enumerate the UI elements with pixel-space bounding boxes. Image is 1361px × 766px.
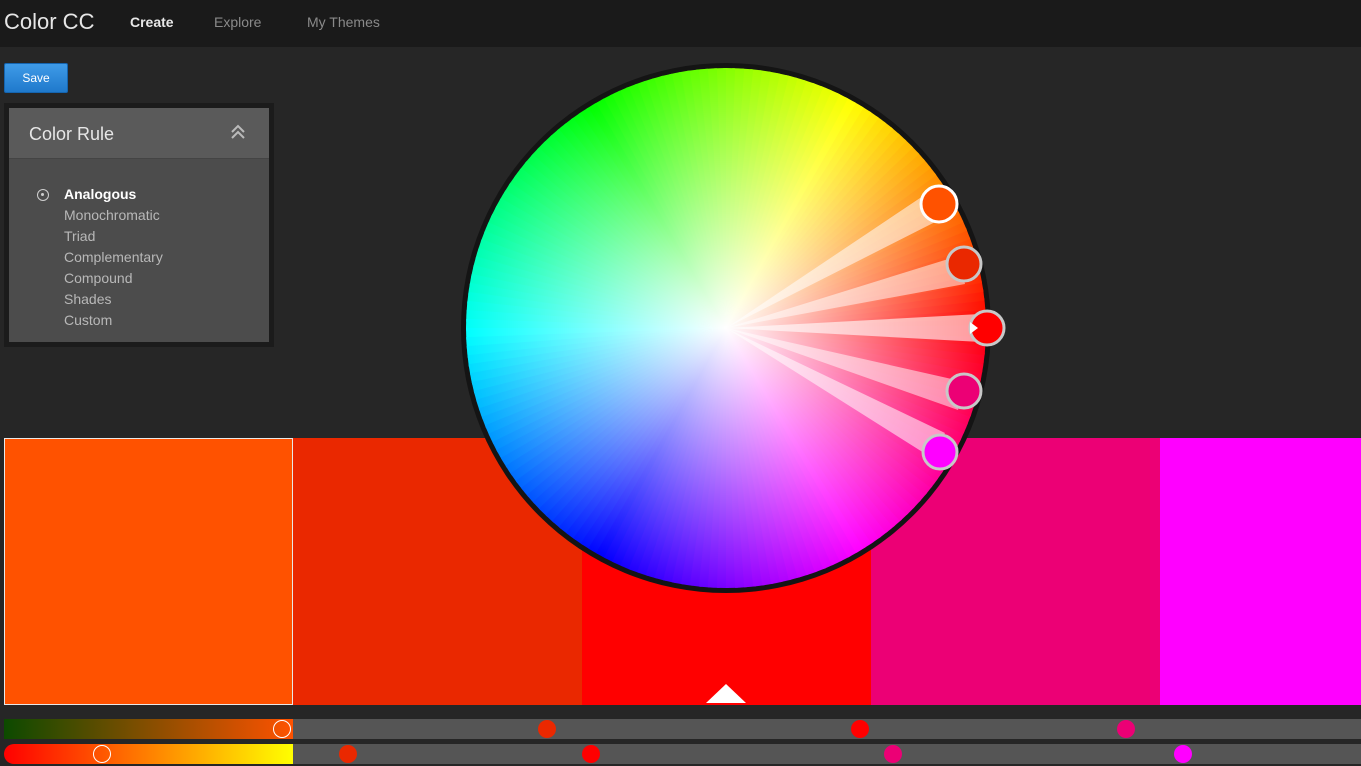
color-wheel[interactable] xyxy=(460,62,1010,602)
swatch-2-hue-handle[interactable] xyxy=(339,745,357,763)
rule-option-analogous[interactable]: Analogous xyxy=(9,186,269,204)
swatch-2-brightness-handle[interactable] xyxy=(538,720,556,738)
hue-slider-track[interactable] xyxy=(4,744,293,764)
tab-create[interactable]: Create xyxy=(130,14,174,30)
rule-option-triad[interactable]: Triad xyxy=(64,228,95,244)
rule-option-compound[interactable]: Compound xyxy=(64,270,133,286)
rule-option-complementary[interactable]: Complementary xyxy=(64,249,163,265)
swatch-3-hue-handle[interactable] xyxy=(582,745,600,763)
color-rule-header[interactable]: Color Rule xyxy=(9,108,269,159)
tab-my-themes[interactable]: My Themes xyxy=(307,14,380,30)
radio-selected-icon xyxy=(37,189,49,201)
color-rule-title: Color Rule xyxy=(29,124,115,144)
rule-option-monochromatic[interactable]: Monochromatic xyxy=(64,207,160,223)
swatch-3-brightness-handle[interactable] xyxy=(851,720,869,738)
color-handle-icon[interactable] xyxy=(945,372,983,410)
color-swatch-5[interactable] xyxy=(1160,438,1361,705)
color-handle-icon[interactable] xyxy=(921,433,959,471)
collapse-chevron-icon[interactable] xyxy=(229,123,247,141)
brightness-slider-track[interactable] xyxy=(4,719,293,739)
brightness-slider-handle[interactable] xyxy=(273,720,291,738)
base-color-marker-icon xyxy=(706,684,746,703)
other-hue-track[interactable] xyxy=(293,744,1361,764)
color-handle-icon[interactable] xyxy=(919,184,959,224)
color-rule-panel-body: Color Rule Analogous Monochromatic Triad… xyxy=(9,108,269,342)
color-rule-panel: Color Rule Analogous Monochromatic Triad… xyxy=(4,103,274,347)
slider-area xyxy=(0,705,1361,766)
hue-slider-handle[interactable] xyxy=(93,745,111,763)
save-button[interactable]: Save xyxy=(4,63,68,93)
tab-explore[interactable]: Explore xyxy=(214,14,261,30)
swatch-4-brightness-handle[interactable] xyxy=(1117,720,1135,738)
rule-option-label: Analogous xyxy=(64,186,137,202)
color-handle-icon[interactable] xyxy=(945,245,983,283)
rule-option-custom[interactable]: Custom xyxy=(64,312,112,328)
top-nav-bar: Color CC Create Explore My Themes xyxy=(0,0,1361,47)
app-title: Color CC xyxy=(4,9,95,34)
rule-option-shades[interactable]: Shades xyxy=(64,291,111,307)
swatch-4-hue-handle[interactable] xyxy=(884,745,902,763)
swatch-5-hue-handle[interactable] xyxy=(1174,745,1192,763)
color-swatch-1[interactable] xyxy=(4,438,293,705)
other-brightness-track[interactable] xyxy=(293,719,1361,739)
